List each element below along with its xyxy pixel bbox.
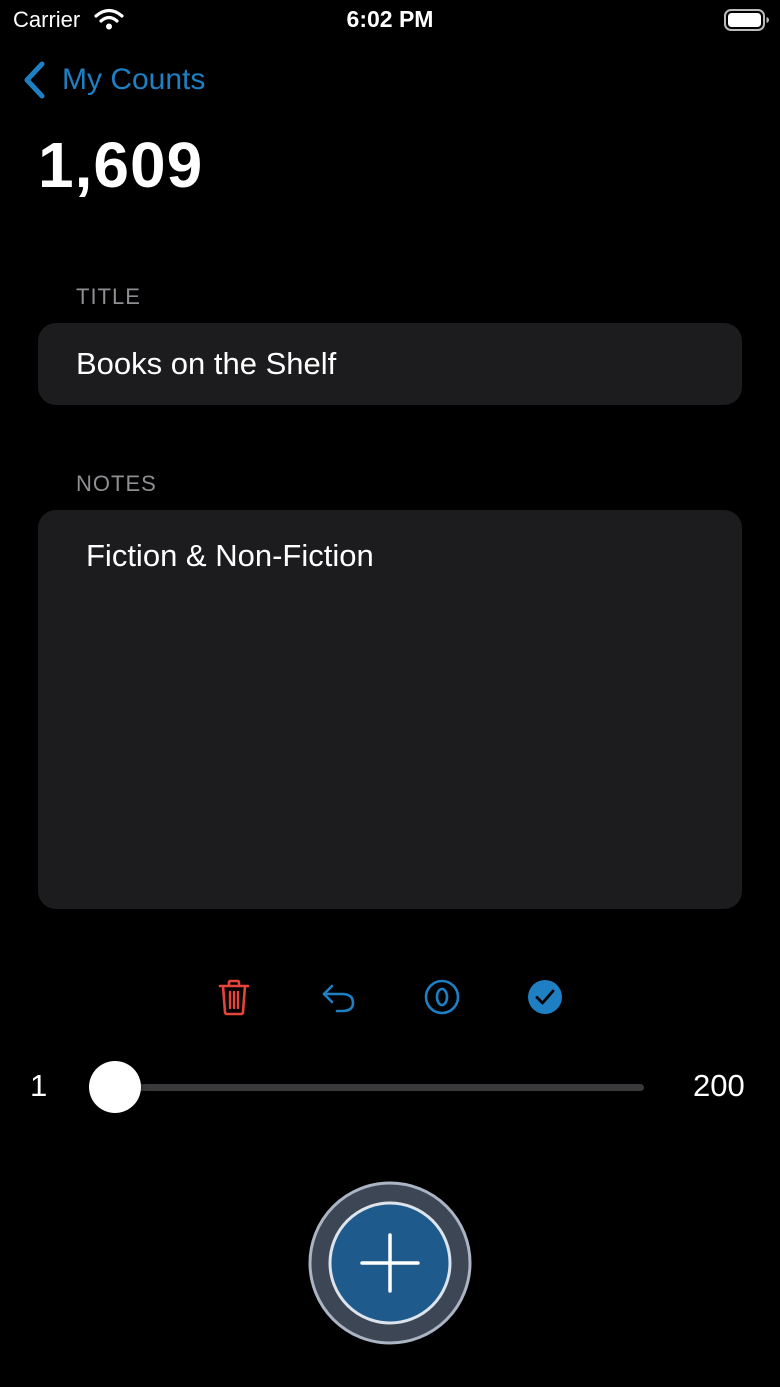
status-time: 6:02 PM [346, 6, 434, 32]
title-section-label: TITLE [76, 284, 141, 309]
back-button[interactable]: My Counts [20, 58, 205, 102]
notes-section-label: NOTES [76, 471, 157, 496]
slider-max-label: 200 [693, 1068, 745, 1103]
title-input-value: Books on the Shelf [76, 346, 337, 381]
title-input[interactable]: Books on the Shelf [38, 323, 742, 405]
count-value: 1,609 [38, 129, 204, 201]
step-slider-thumb[interactable] [89, 1061, 141, 1113]
back-button-label: My Counts [62, 63, 206, 96]
notes-textarea[interactable]: Fiction & Non-Fiction [38, 510, 742, 909]
slider-min-label: 1 [30, 1068, 48, 1103]
chevron-left-icon [24, 61, 45, 99]
status-bar: Carrier 6:02 PM [0, 0, 780, 40]
trash-icon[interactable] [215, 978, 253, 1016]
reset-zero-icon[interactable] [423, 978, 461, 1016]
checkmark-circle-icon[interactable] [526, 978, 564, 1016]
notes-textarea-value: Fiction & Non-Fiction [86, 538, 374, 573]
step-slider-track[interactable] [115, 1084, 644, 1091]
add-count-button[interactable] [308, 1181, 472, 1345]
battery-icon [724, 9, 769, 31]
undo-arrow-icon[interactable] [320, 978, 358, 1016]
